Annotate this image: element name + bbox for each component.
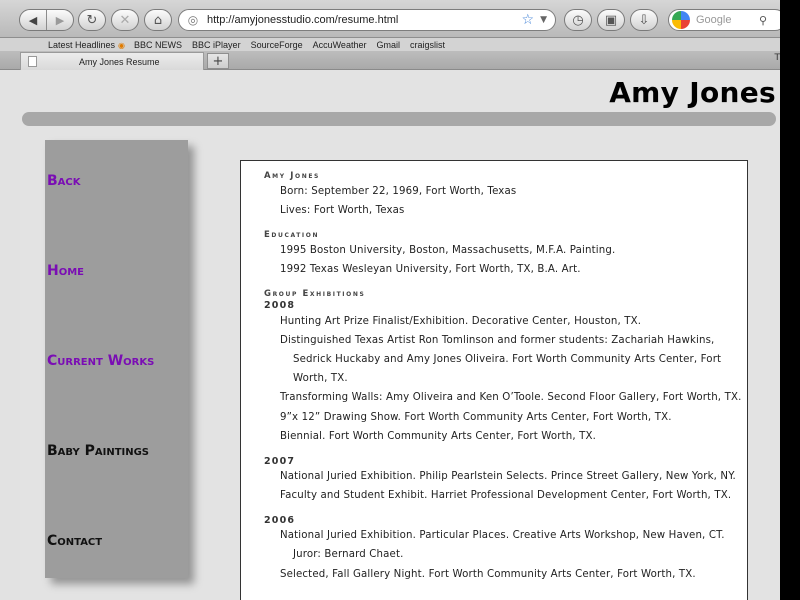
bookmark-sourceforge[interactable]: SourceForge <box>251 40 303 50</box>
exhibition-item: Selected, Fall Gallery Night. Fort Worth… <box>280 569 696 580</box>
bookmarks-icon[interactable]: ▣ <box>597 9 625 31</box>
search-icon[interactable]: ⚲ <box>759 14 767 27</box>
lives-line: Lives: Fort Worth, Texas <box>280 205 405 216</box>
exhibition-item-cont: Juror: Bernard Chaet. <box>293 549 404 560</box>
name-heading: Amy Jones <box>264 171 320 181</box>
bookmark-accuweather[interactable]: AccuWeather <box>313 40 367 50</box>
year-heading: 2008 <box>264 300 296 311</box>
group-exhibitions-heading: Group Exhibitions <box>264 289 366 299</box>
exhibition-item: Faculty and Student Exhibit. Harriet Pro… <box>280 490 732 501</box>
downloads-icon[interactable]: ⇩ <box>630 9 658 31</box>
nav-current-works[interactable]: Current Works <box>47 353 154 369</box>
exhibition-item: Hunting Art Prize Finalist/Exhibition. D… <box>280 316 642 327</box>
year-heading: 2007 <box>264 456 296 467</box>
exhibition-item-cont: Sedrick Huckaby and Amy Jones Oliveira. … <box>293 354 722 365</box>
exhibition-item-cont: Worth, TX. <box>293 373 348 384</box>
back-forward-group: ◀ ▶ <box>19 9 74 31</box>
browser-toolbar: ◀ ▶ ↻ ✕ ⌂ ◎ http://amyjonesstudio.com/re… <box>0 0 780 38</box>
education-item: 1995 Boston University, Boston, Massachu… <box>280 245 616 256</box>
nav-baby-paintings[interactable]: Baby Paintings <box>47 443 149 459</box>
search-placeholder[interactable]: Google <box>696 14 759 26</box>
exhibition-item: Transforming Walls: Amy Oliveira and Ken… <box>280 392 742 403</box>
bookmark-bbc-news[interactable]: BBC NEWS <box>134 40 182 50</box>
resume-content: Amy Jones Born: September 22, 1969, Fort… <box>240 160 748 600</box>
tab-title: Amy Jones Resume <box>79 56 160 67</box>
exhibition-item: Distinguished Texas Artist Ron Tomlinson… <box>280 335 715 346</box>
new-tab-button[interactable]: + <box>207 53 229 69</box>
tab-bar: Amy Jones Resume + T <box>0 51 780 70</box>
bookmark-star-icon[interactable]: ☆ <box>522 12 535 28</box>
exhibition-item: National Juried Exhibition. Particular P… <box>280 530 725 541</box>
bookmarks-bar: Latest Headlines ◉ BBC NEWS BBC iPlayer S… <box>0 38 780 51</box>
bookmark-bbc-iplayer[interactable]: BBC iPlayer <box>192 40 241 50</box>
tab-overflow[interactable]: T <box>775 53 781 63</box>
address-bar[interactable]: ◎ http://amyjonesstudio.com/resume.html … <box>178 9 556 31</box>
nav-back[interactable]: Back <box>47 173 81 189</box>
reload-icon[interactable]: ↻ <box>78 9 106 31</box>
web-page: Amy Jones Back Home Current Works Baby P… <box>20 70 780 600</box>
home-icon[interactable]: ⌂ <box>144 9 172 31</box>
bookmark-label: Latest Headlines <box>48 39 116 50</box>
forward-arrow-icon[interactable]: ▶ <box>46 10 73 30</box>
google-icon: G <box>672 11 690 29</box>
search-box[interactable]: G Google ⚲ <box>668 9 780 31</box>
page-icon: ◎ <box>187 13 199 27</box>
tab-amy-jones-resume[interactable]: Amy Jones Resume <box>20 52 204 70</box>
nav-home[interactable]: Home <box>47 263 84 279</box>
education-item: 1992 Texas Wesleyan University, Fort Wor… <box>280 264 581 275</box>
education-heading: Education <box>264 230 320 240</box>
stop-icon[interactable]: ✕ <box>111 9 139 31</box>
bookmark-latest-headlines[interactable]: Latest Headlines ◉ <box>24 40 125 50</box>
browser-window: ◀ ▶ ↻ ✕ ⌂ ◎ http://amyjonesstudio.com/re… <box>0 0 780 600</box>
site-title: Amy Jones <box>609 76 776 109</box>
bookmark-gmail[interactable]: Gmail <box>376 40 400 50</box>
born-line: Born: September 22, 1969, Fort Worth, Te… <box>280 186 517 197</box>
header-divider-bar <box>22 112 776 126</box>
back-arrow-icon[interactable]: ◀ <box>20 10 46 30</box>
rss-icon: ◉ <box>118 40 126 50</box>
history-icon[interactable]: ◷ <box>564 9 592 31</box>
document-icon <box>28 56 37 67</box>
exhibition-item: National Juried Exhibition. Philip Pearl… <box>280 471 736 482</box>
url-text[interactable]: http://amyjonesstudio.com/resume.html <box>207 14 522 26</box>
nav-contact[interactable]: Contact <box>47 533 102 549</box>
sidebar-nav: Back Home Current Works Baby Paintings C… <box>45 140 188 578</box>
dropdown-arrow-icon[interactable]: ▼ <box>540 15 547 25</box>
year-heading: 2006 <box>264 515 296 526</box>
exhibition-item: Biennial. Fort Worth Community Arts Cent… <box>280 431 597 442</box>
bookmark-craigslist[interactable]: craigslist <box>410 40 445 50</box>
exhibition-item: 9”x 12” Drawing Show. Fort Worth Communi… <box>280 412 672 423</box>
